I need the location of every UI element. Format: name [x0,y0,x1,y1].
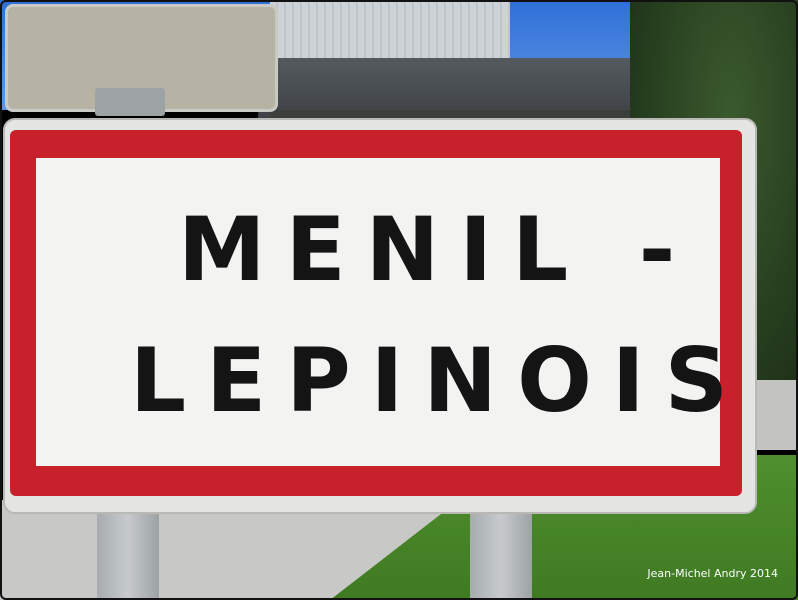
sign-post-right [470,505,532,600]
sign-bracket [95,88,165,116]
sign-post-left [97,505,159,600]
town-name-line-1: MENIL - [178,198,696,301]
town-name-line-2: LEPINOIS [130,329,749,432]
photo-credit: Jean-Michel Andry 2014 [647,567,778,580]
photo-scene: MENIL - LEPINOIS Jean-Michel Andry 2014 [0,0,798,600]
